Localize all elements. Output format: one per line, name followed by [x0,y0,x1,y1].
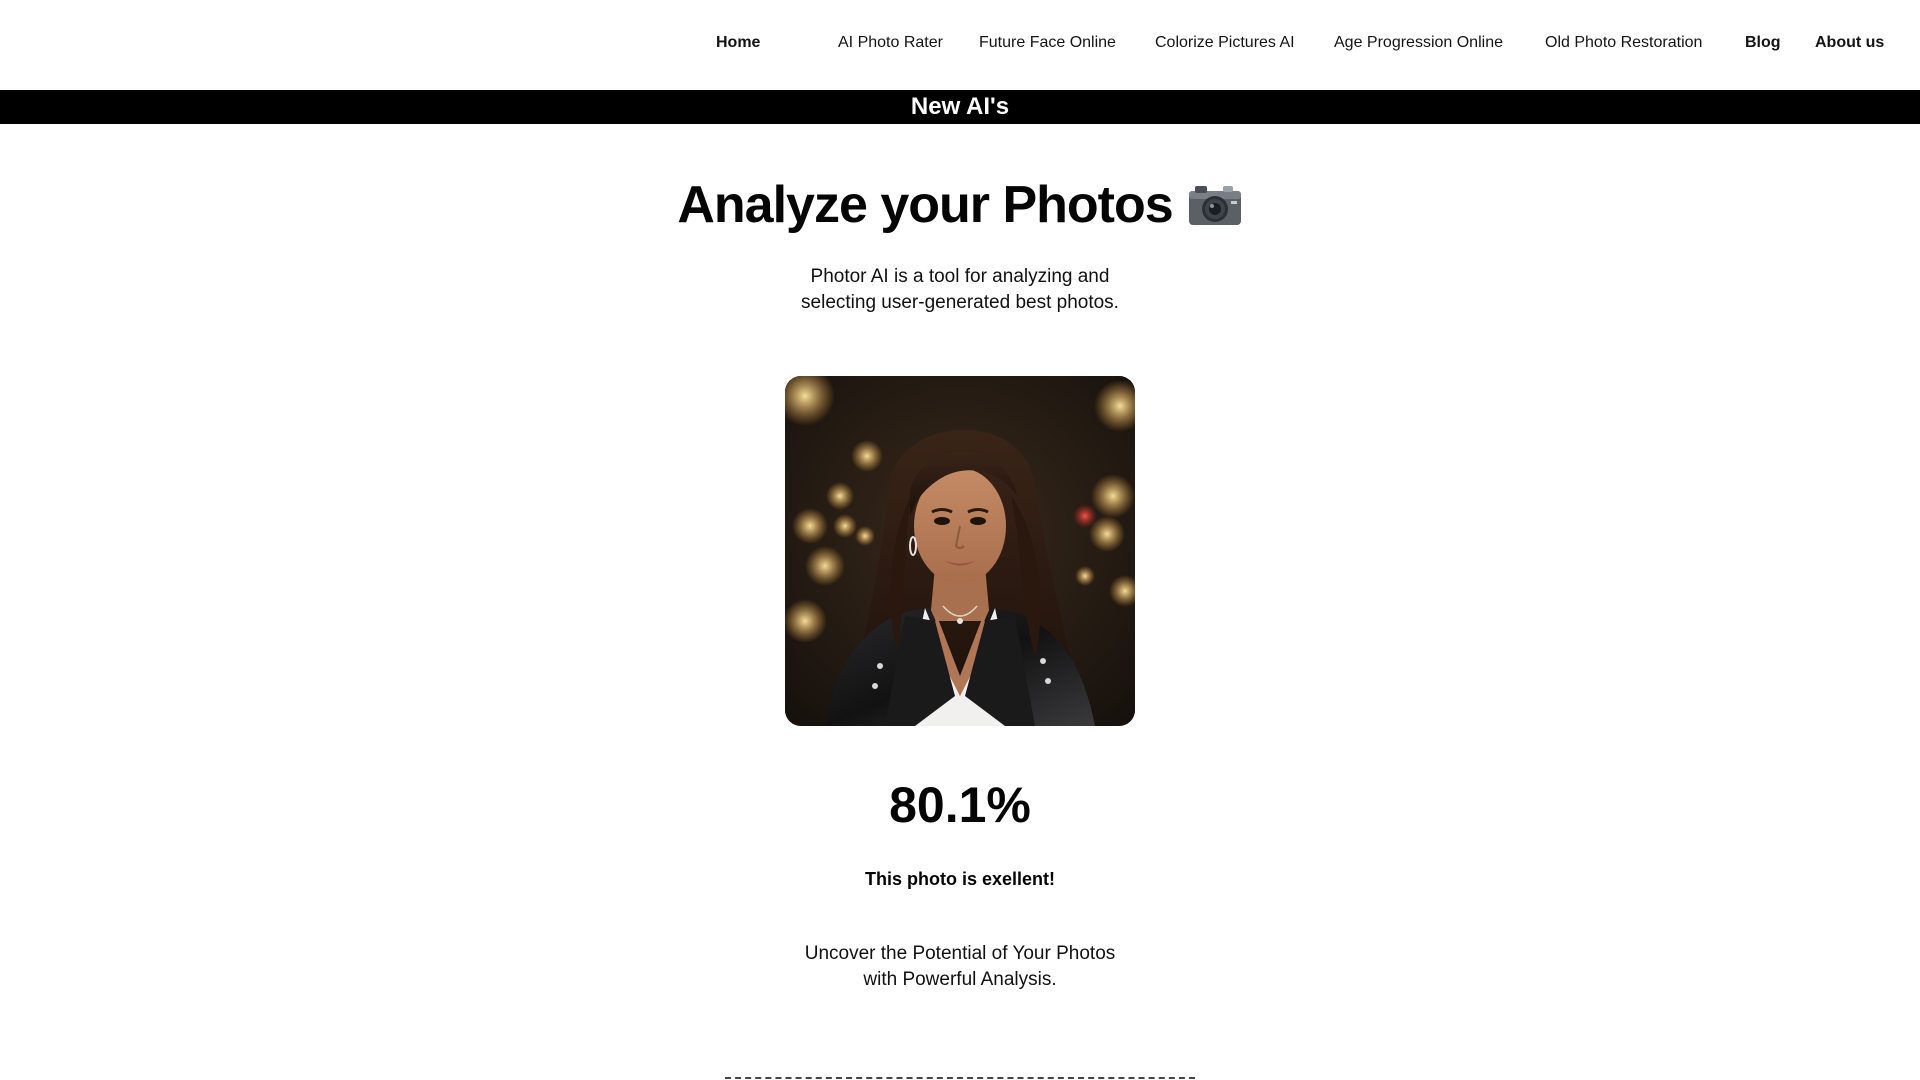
nav-future-face-online-link[interactable]: Future Face Online [979,31,1116,55]
nav-ai-photo-rater-link[interactable]: AI Photo Rater [838,31,943,55]
new-ais-banner[interactable]: New AI's [0,90,1920,124]
analyzed-photo [785,376,1135,726]
nav-home-link[interactable]: Home [716,31,760,55]
page: Home AI Photo Rater Future Face Online C… [0,0,1920,1080]
banner-label: New AI's [910,93,1010,120]
camera-icon [1187,181,1243,229]
tagline-line-2: with Powerful Analysis. [863,969,1057,990]
nav-about-us-link[interactable]: About us [1815,31,1884,55]
tagline-line-1: Uncover the Potential of Your Photos [804,943,1116,964]
hero-subtitle-line-1: Photor AI is a tool for analyzing and [810,266,1110,287]
page-title: Analyze your Photos [677,176,1173,234]
nav-age-progression-online-link[interactable]: Age Progression Online [1334,31,1503,55]
hero-subtitle-line-2: selecting user-generated best photos. [801,292,1119,313]
photo-score: 80.1% [889,777,1031,833]
dashed-divider [725,1077,1195,1079]
portrait-photo [785,376,1135,726]
hero-subtitle: Photor AI is a tool for analyzing and se… [710,264,1210,316]
nav-colorize-pictures-ai-link[interactable]: Colorize Pictures AI [1155,31,1295,55]
nav-blog-link[interactable]: Blog [1745,31,1781,55]
photo-verdict: This photo is exellent! [864,869,1056,889]
analysis-tagline: Uncover the Potential of Your Photos wit… [760,941,1160,993]
hero-title-row: Analyze your Photos [0,170,1920,240]
top-navigation: Home AI Photo Rater Future Face Online C… [0,0,1920,90]
nav-old-photo-restoration-link[interactable]: Old Photo Restoration [1545,31,1702,55]
